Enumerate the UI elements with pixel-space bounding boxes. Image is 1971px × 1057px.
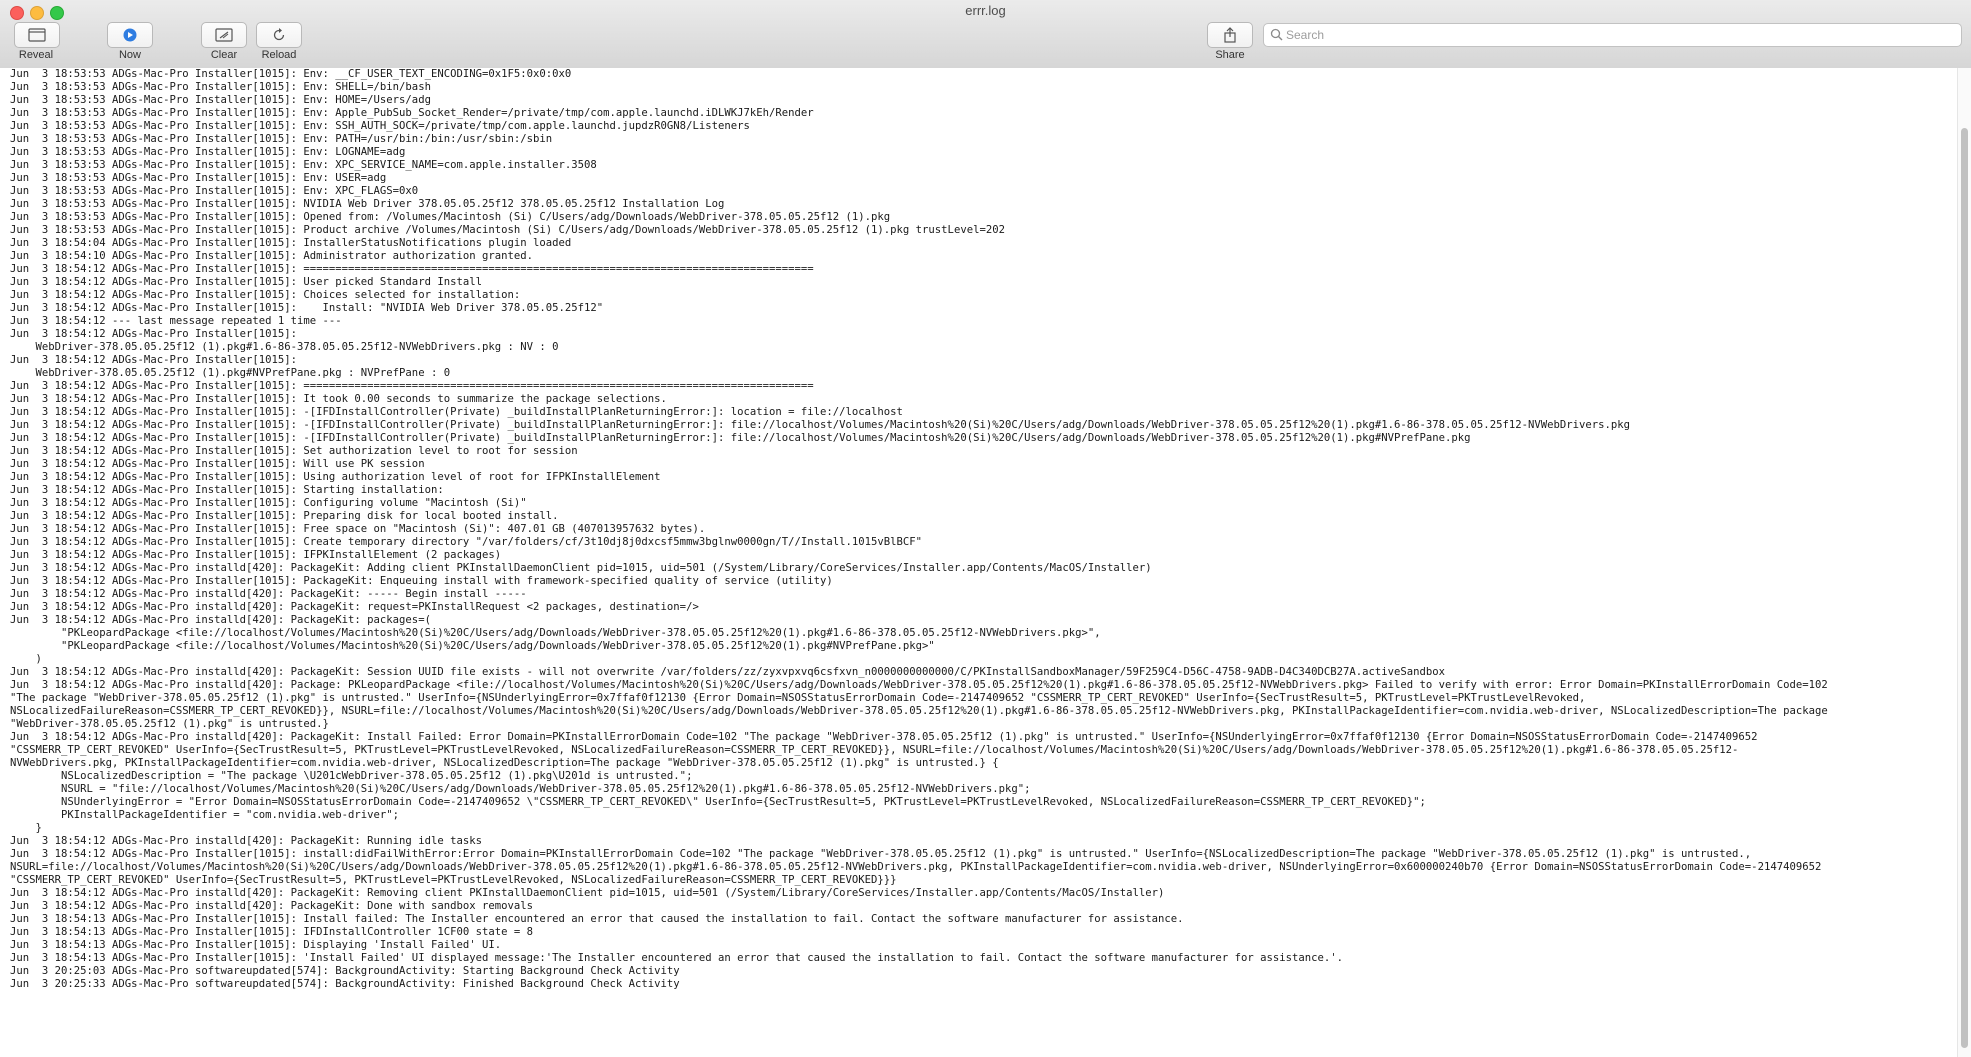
share-label: Share (1215, 49, 1245, 61)
reveal-icon (28, 28, 46, 42)
search-icon (1270, 28, 1283, 41)
toolbar: errr.log Reveal Now Clear Reload Share S… (0, 0, 1971, 69)
reveal-label: Reveal (18, 49, 54, 61)
share-button[interactable] (1207, 22, 1253, 48)
reload-label: Reload (261, 49, 297, 61)
clear-icon (215, 28, 233, 42)
now-label: Now (118, 49, 141, 61)
clear-button[interactable] (201, 22, 247, 48)
log-text: Jun 3 18:53:53 ADGs-Mac-Pro Installer[10… (10, 68, 1828, 990)
scrollbar-thumb[interactable] (1961, 128, 1968, 1048)
share-icon (1224, 27, 1236, 43)
vertical-scrollbar[interactable] (1957, 68, 1971, 1057)
reveal-button[interactable] (14, 22, 60, 48)
window-title: errr.log (965, 3, 1006, 18)
reload-button[interactable] (256, 22, 302, 48)
reload-icon (273, 28, 285, 41)
console-window: errr.log Reveal Now Clear Reload Share S… (0, 0, 1971, 1057)
log-view[interactable]: Jun 3 18:53:53 ADGs-Mac-Pro Installer[10… (0, 68, 1957, 1057)
now-button[interactable] (107, 22, 153, 48)
search-placeholder: Search (1286, 28, 1325, 42)
search-field[interactable]: Search (1263, 23, 1962, 47)
now-icon (123, 28, 137, 42)
